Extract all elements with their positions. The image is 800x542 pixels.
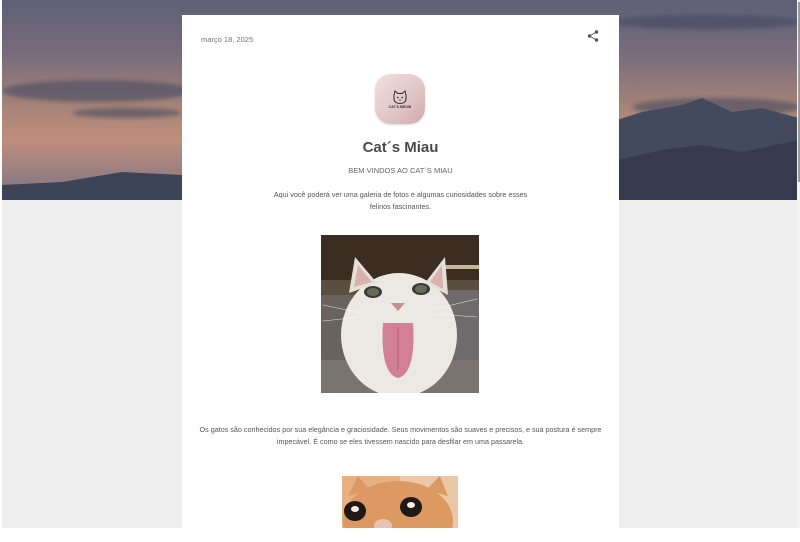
share-icon[interactable] — [586, 29, 600, 43]
body-paragraph: Os gatos são conhecidos por sua elegânci… — [199, 425, 602, 446]
blog-logo[interactable]: CAT'S MEOW — [375, 74, 425, 124]
post-card: março 18, 2025 CAT'S MEOW Cat´s Miau BEM… — [182, 15, 619, 528]
blog-description: BEM VINDOS AO CAT´S MIAU — [348, 166, 453, 175]
intro-text: Aqui você poderá ver uma galeria de foto… — [273, 190, 528, 211]
cat-tongue-photo[interactable] — [321, 235, 479, 393]
cloud — [612, 15, 799, 29]
blog-title[interactable]: Cat´s Miau — [182, 139, 619, 156]
post-date: março 18, 2025 — [201, 35, 254, 44]
logo-text: CAT'S MEOW — [388, 104, 412, 109]
cat-face-icon — [393, 89, 407, 104]
orange-cat-photo[interactable] — [342, 476, 458, 528]
